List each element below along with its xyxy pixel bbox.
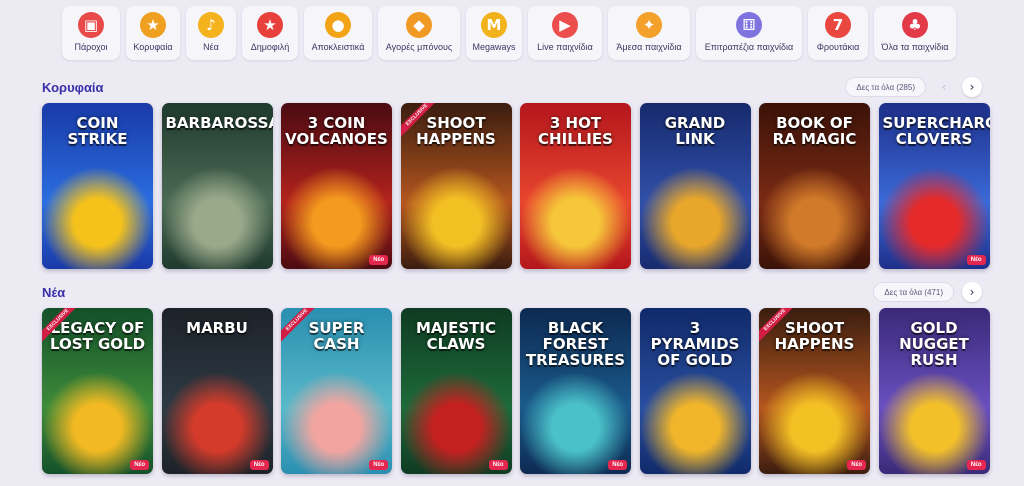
game-tile[interactable]: Barbarossa: [161, 103, 273, 269]
category-label: Αποκλειστικά: [311, 42, 365, 52]
game-title: Supercharged Clovers: [882, 114, 990, 148]
see-all-button[interactable]: Δες τα όλα (285): [845, 77, 926, 97]
game-tile[interactable]: Shoot Happens EXCLUSIVE Νέο: [759, 308, 870, 474]
live-icon: ▶: [552, 12, 578, 38]
section-header-top: Κορυφαία Δες τα όλα (285) ‹ ›: [42, 76, 982, 98]
game-title: Grand Link: [664, 114, 726, 148]
game-tile[interactable]: Grand Link: [639, 103, 751, 269]
category-label: Όλα τα παιχνίδια: [881, 42, 949, 52]
chevron-right-icon[interactable]: ›: [962, 77, 982, 97]
category-label: Άμεσα παιχνίδια: [616, 42, 682, 52]
category-star[interactable]: ★ Δημοφιλή: [242, 6, 298, 60]
game-title: 3 Coin Volcanoes: [285, 114, 388, 148]
category-label: Φρουτάκια: [816, 42, 860, 52]
star-icon: ★: [257, 12, 283, 38]
new-badge: Νέο: [130, 460, 149, 470]
chevron-left-icon[interactable]: ‹: [934, 77, 954, 97]
category-label: Δημοφιλή: [250, 42, 290, 52]
game-tile[interactable]: Black Forest Treasures Νέο: [520, 308, 631, 474]
new-badge: Νέο: [249, 460, 269, 470]
new-badge: Νέο: [369, 255, 388, 265]
game-tile[interactable]: Legacy of Lost Gold EXCLUSIVE Νέο: [42, 308, 153, 474]
game-tile[interactable]: Coin Strike: [42, 103, 153, 269]
game-tile[interactable]: 3 Pyramids of Gold: [639, 308, 751, 474]
game-tile[interactable]: Shoot Happens EXCLUSIVE: [400, 103, 512, 269]
category-cherries[interactable]: ♣ Όλα τα παιχνίδια: [874, 6, 956, 60]
new-badge: Νέο: [488, 460, 508, 470]
game-tile[interactable]: Marbu Νέο: [161, 308, 273, 474]
game-title: Black Forest Treasures: [525, 319, 626, 369]
chevron-right-icon[interactable]: ›: [962, 282, 982, 302]
category-label: Megaways: [472, 42, 516, 52]
dice-icon: ⚅: [736, 12, 762, 38]
gift-icon: ◆: [406, 12, 432, 38]
game-title: Legacy of Lost Gold: [49, 319, 146, 353]
coin-icon: ●: [325, 12, 351, 38]
category-live[interactable]: ▶ Live παιχνίδια: [528, 6, 602, 60]
game-tile[interactable]: Book of Ra Magic: [759, 103, 870, 269]
game-title: Gold Nugget Rush: [899, 319, 969, 369]
game-tile[interactable]: Supercharged Clovers Νέο: [878, 103, 990, 269]
game-title: Super Cash: [308, 319, 365, 353]
category-label: Νέα: [203, 42, 219, 52]
category-label: Αγορές μπόνους: [385, 42, 453, 52]
game-title: 3 Pyramids of Gold: [650, 319, 740, 369]
slot-machine-icon: 7: [825, 12, 851, 38]
category-megaways[interactable]: M Megaways: [466, 6, 522, 60]
new-badge: Νέο: [966, 255, 986, 265]
game-tile[interactable]: Super Cash EXCLUSIVE Νέο: [281, 308, 392, 474]
category-medal[interactable]: ★ Κορυφαία: [126, 6, 180, 60]
category-label: Live παιχνίδια: [537, 42, 593, 52]
category-provider[interactable]: ▣ Πάροχοι: [62, 6, 120, 60]
game-tile[interactable]: Majestic Claws Νέο: [400, 308, 512, 474]
medal-icon: ★: [140, 12, 166, 38]
game-tile[interactable]: 3 Hot Chillies: [520, 103, 631, 269]
category-label: Πάροχοι: [74, 42, 108, 52]
cherries-icon: ♣: [902, 12, 928, 38]
game-tile[interactable]: 3 Coin Volcanoes Νέο: [281, 103, 392, 269]
game-title: Barbarossa: [165, 114, 273, 132]
category-slot-machine[interactable]: 7 Φρουτάκια: [808, 6, 868, 60]
category-bell[interactable]: ♪ Νέα: [186, 6, 236, 60]
game-title: Shoot Happens: [774, 319, 855, 353]
section-controls: Δες τα όλα (285) ‹ ›: [845, 77, 982, 97]
category-gift[interactable]: ◆ Αγορές μπόνους: [378, 6, 460, 60]
games-row-top: Coin Strike Barbarossa 3 Coin Volcanoes Νέο…: [42, 103, 990, 269]
section-title: Κορυφαία: [42, 79, 104, 95]
joystick-icon: ✦: [636, 12, 662, 38]
megaways-icon: M: [481, 12, 507, 38]
category-nav: ▣ Πάροχοι ★ Κορυφαία ♪ Νέα ★ Δημοφιλή ● Αποκλειστ…: [62, 6, 956, 60]
category-label: Επιτραπέζια παιχνίδια: [704, 42, 794, 52]
provider-icon: ▣: [78, 12, 104, 38]
section-header-new: Νέα Δες τα όλα (471) ›: [42, 281, 982, 303]
category-label: Κορυφαία: [133, 42, 173, 52]
games-row-new: Legacy of Lost Gold EXCLUSIVE Νέο Marbu Νέο S…: [42, 308, 990, 474]
category-joystick[interactable]: ✦ Άμεσα παιχνίδια: [608, 6, 690, 60]
category-coin[interactable]: ● Αποκλειστικά: [304, 6, 372, 60]
new-badge: Νέο: [847, 460, 866, 470]
section-title: Νέα: [42, 284, 66, 300]
see-all-button[interactable]: Δες τα όλα (471): [873, 282, 954, 302]
game-title: Majestic Claws: [416, 319, 496, 353]
new-badge: Νέο: [369, 460, 388, 470]
game-title: Shoot Happens: [416, 114, 496, 148]
new-badge: Νέο: [966, 460, 986, 470]
section-controls: Δες τα όλα (471) ›: [873, 282, 982, 302]
bell-icon: ♪: [198, 12, 224, 38]
game-title: Book of Ra Magic: [772, 114, 857, 148]
new-badge: Νέο: [608, 460, 627, 470]
game-title: Coin Strike: [67, 114, 128, 148]
game-tile[interactable]: Gold Nugget Rush Νέο: [878, 308, 990, 474]
game-title: 3 Hot Chillies: [538, 114, 613, 148]
game-title: Marbu: [186, 319, 248, 337]
category-dice[interactable]: ⚅ Επιτραπέζια παιχνίδια: [696, 6, 802, 60]
